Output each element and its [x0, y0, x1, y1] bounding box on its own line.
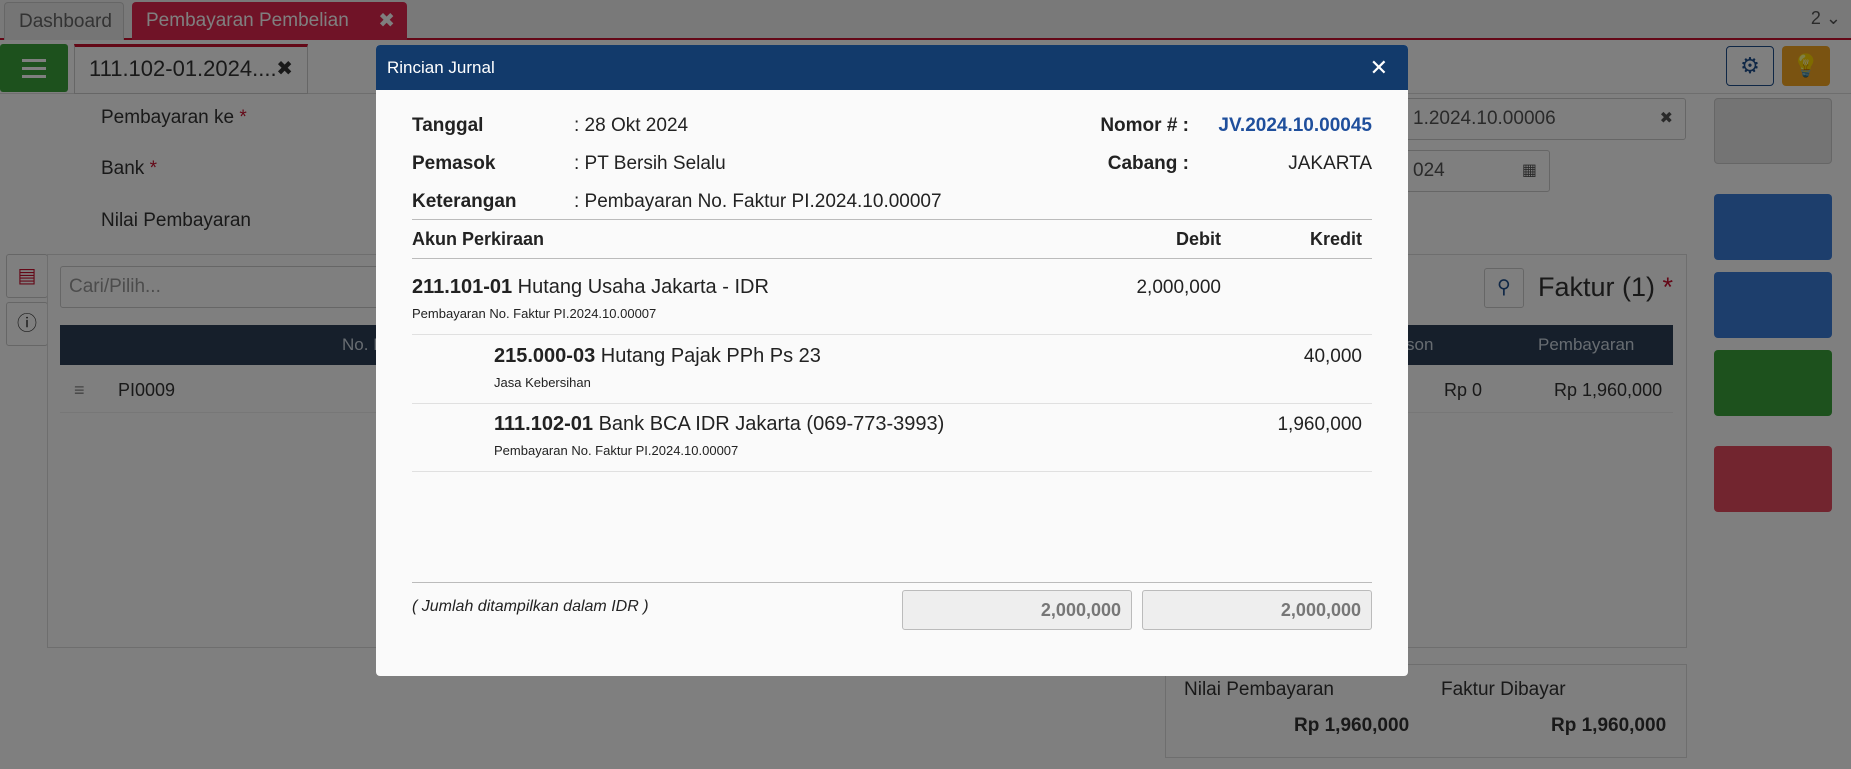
journal-line-account: 211.101-01 Hutang Usaha Jakarta - IDR — [412, 276, 769, 298]
currency-note: ( Jumlah ditampilkan dalam IDR ) — [412, 598, 649, 615]
date-value: : 28 Okt 2024 — [574, 115, 689, 136]
journal-detail-modal: Rincian Jurnal ✕ Tanggal : 28 Okt 2024 P… — [376, 45, 1408, 676]
col-header-account: Akun Perkiraan — [412, 229, 545, 249]
journal-line-desc: Jasa Kebersihan — [494, 375, 591, 390]
col-header-debit: Debit — [1176, 229, 1221, 249]
supplier-value: : PT Bersih Selalu — [574, 153, 726, 174]
total-credit-field: 2,000,000 — [1142, 590, 1372, 630]
divider — [412, 582, 1372, 583]
total-debit-field: 2,000,000 — [902, 590, 1132, 630]
supplier-label: Pemasok — [412, 153, 496, 174]
divider — [412, 219, 1372, 220]
col-header-credit: Kredit — [1309, 229, 1362, 249]
date-label: Tanggal — [412, 115, 484, 136]
divider — [412, 258, 1372, 259]
divider — [412, 471, 1372, 472]
journal-line-desc: Pembayaran No. Faktur PI.2024.10.00007 — [412, 306, 657, 321]
modal-title: Rincian Jurnal — [387, 58, 495, 77]
journal-number-link[interactable]: JV.2024.10.00045 — [1166, 115, 1372, 137]
close-icon[interactable]: ✕ — [1370, 45, 1388, 90]
journal-line-credit: 40,000 — [1303, 346, 1362, 367]
note-value: : Pembayaran No. Faktur PI.2024.10.00007 — [574, 191, 942, 212]
divider — [412, 403, 1372, 404]
journal-line-credit: 1,960,000 — [1277, 414, 1362, 435]
journal-line-account: 215.000-03 Hutang Pajak PPh Ps 23 — [494, 345, 821, 367]
divider — [412, 334, 1372, 335]
journal-line-account: 111.102-01 Bank BCA IDR Jakarta (069-773… — [494, 413, 945, 435]
journal-line-debit: 2,000,000 — [1136, 277, 1221, 298]
modal-header: Rincian Jurnal ✕ — [376, 45, 1408, 90]
branch-value: JAKARTA — [1288, 153, 1372, 174]
journal-line-desc: Pembayaran No. Faktur PI.2024.10.00007 — [494, 443, 739, 458]
note-label: Keterangan — [412, 191, 517, 212]
